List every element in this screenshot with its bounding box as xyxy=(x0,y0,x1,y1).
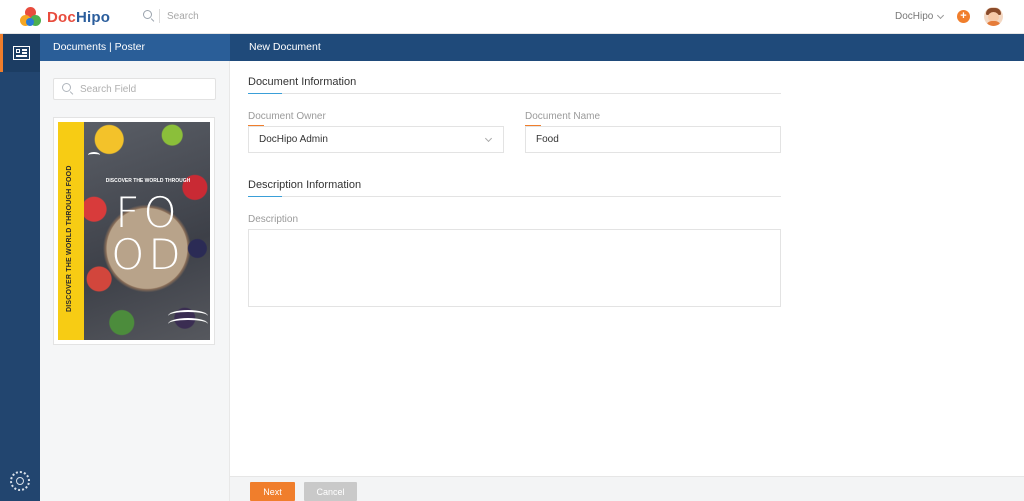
sidebar-item-documents[interactable] xyxy=(0,34,40,72)
footer-bar: Next Cancel xyxy=(230,476,1024,501)
poster-vertical-text: DISCOVER THE WORLD THROUGH FOOD xyxy=(66,165,73,312)
template-search-input[interactable] xyxy=(80,83,205,95)
description-info-heading: Description Information xyxy=(248,179,362,191)
global-search-input[interactable] xyxy=(167,10,307,22)
search-icon xyxy=(62,83,74,95)
user-menu[interactable]: DocHipo xyxy=(895,11,945,22)
template-search xyxy=(53,78,216,100)
chevron-down-icon xyxy=(484,134,493,143)
cancel-button[interactable]: Cancel xyxy=(304,482,357,501)
owner-select[interactable]: DocHipo Admin xyxy=(248,126,504,153)
global-search xyxy=(143,9,307,23)
left-rail xyxy=(0,34,40,501)
description-textarea[interactable] xyxy=(248,229,781,307)
template-thumbnail[interactable]: DISCOVER THE WORLD THROUGH FOOD DISCOVER… xyxy=(53,117,215,345)
section-divider xyxy=(248,93,781,94)
logo-icon xyxy=(20,6,42,28)
poster-preview: DISCOVER THE WORLD THROUGH FOOD DISCOVER… xyxy=(58,122,210,340)
gear-icon[interactable] xyxy=(10,471,30,491)
add-button[interactable]: + xyxy=(957,10,970,23)
section-divider xyxy=(248,196,781,197)
avatar[interactable] xyxy=(984,7,1003,26)
page-title: New Document xyxy=(249,41,321,53)
search-icon xyxy=(143,10,155,22)
document-info-heading: Document Information xyxy=(248,76,357,88)
poster-small-text: DISCOVER THE WORLD THROUGH xyxy=(105,178,191,184)
owner-label: Document Owner xyxy=(248,111,326,122)
dochipo-logo[interactable]: DocHipo xyxy=(20,6,110,28)
top-bar: DocHipo DocHipo + xyxy=(0,0,1024,34)
user-menu-label: DocHipo xyxy=(895,11,934,22)
template-panel: DISCOVER THE WORLD THROUGH FOOD DISCOVER… xyxy=(40,61,230,501)
next-button[interactable]: Next xyxy=(250,482,295,501)
page-header: New Document xyxy=(230,34,1024,61)
description-label: Description xyxy=(248,214,299,225)
name-label: Document Name xyxy=(525,111,601,122)
chevron-down-icon xyxy=(937,11,945,19)
breadcrumb-bar: Documents | Poster xyxy=(40,34,230,61)
document-icon xyxy=(13,46,30,60)
poster-big-text: FO OD xyxy=(111,188,185,279)
document-name-value: Food xyxy=(536,134,559,145)
breadcrumb: Documents | Poster xyxy=(53,41,146,53)
owner-value: DocHipo Admin xyxy=(259,134,328,145)
logo-text: DocHipo xyxy=(47,8,111,26)
document-name-field[interactable]: Food xyxy=(525,126,781,153)
